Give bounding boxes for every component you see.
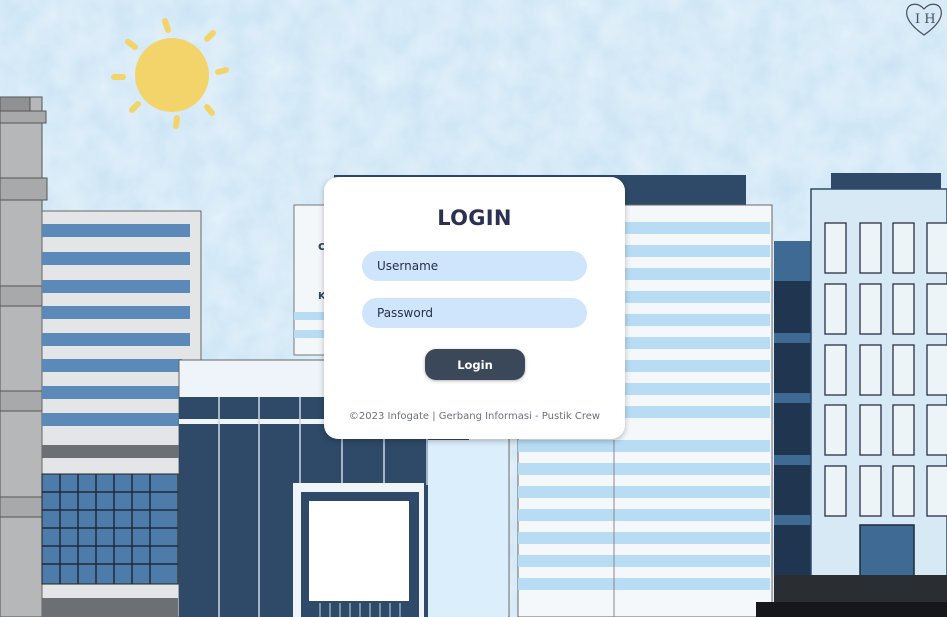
footer-copyright: ©2023 Infogate | Gerbang Informasi - Pus… [348, 411, 601, 422]
svg-text:I H: I H [915, 12, 936, 27]
building-grey-tower [0, 96, 48, 617]
password-input[interactable] [362, 298, 587, 328]
ih-logo: I H [906, 3, 942, 36]
building-striped-left [41, 210, 202, 617]
username-input[interactable] [362, 251, 587, 281]
login-title: LOGIN [437, 206, 512, 230]
building-dark-narrow [774, 241, 812, 617]
login-card: LOGIN Login ©2023 Infogate | Gerbang Inf… [324, 177, 625, 439]
login-button[interactable]: Login [425, 349, 525, 380]
